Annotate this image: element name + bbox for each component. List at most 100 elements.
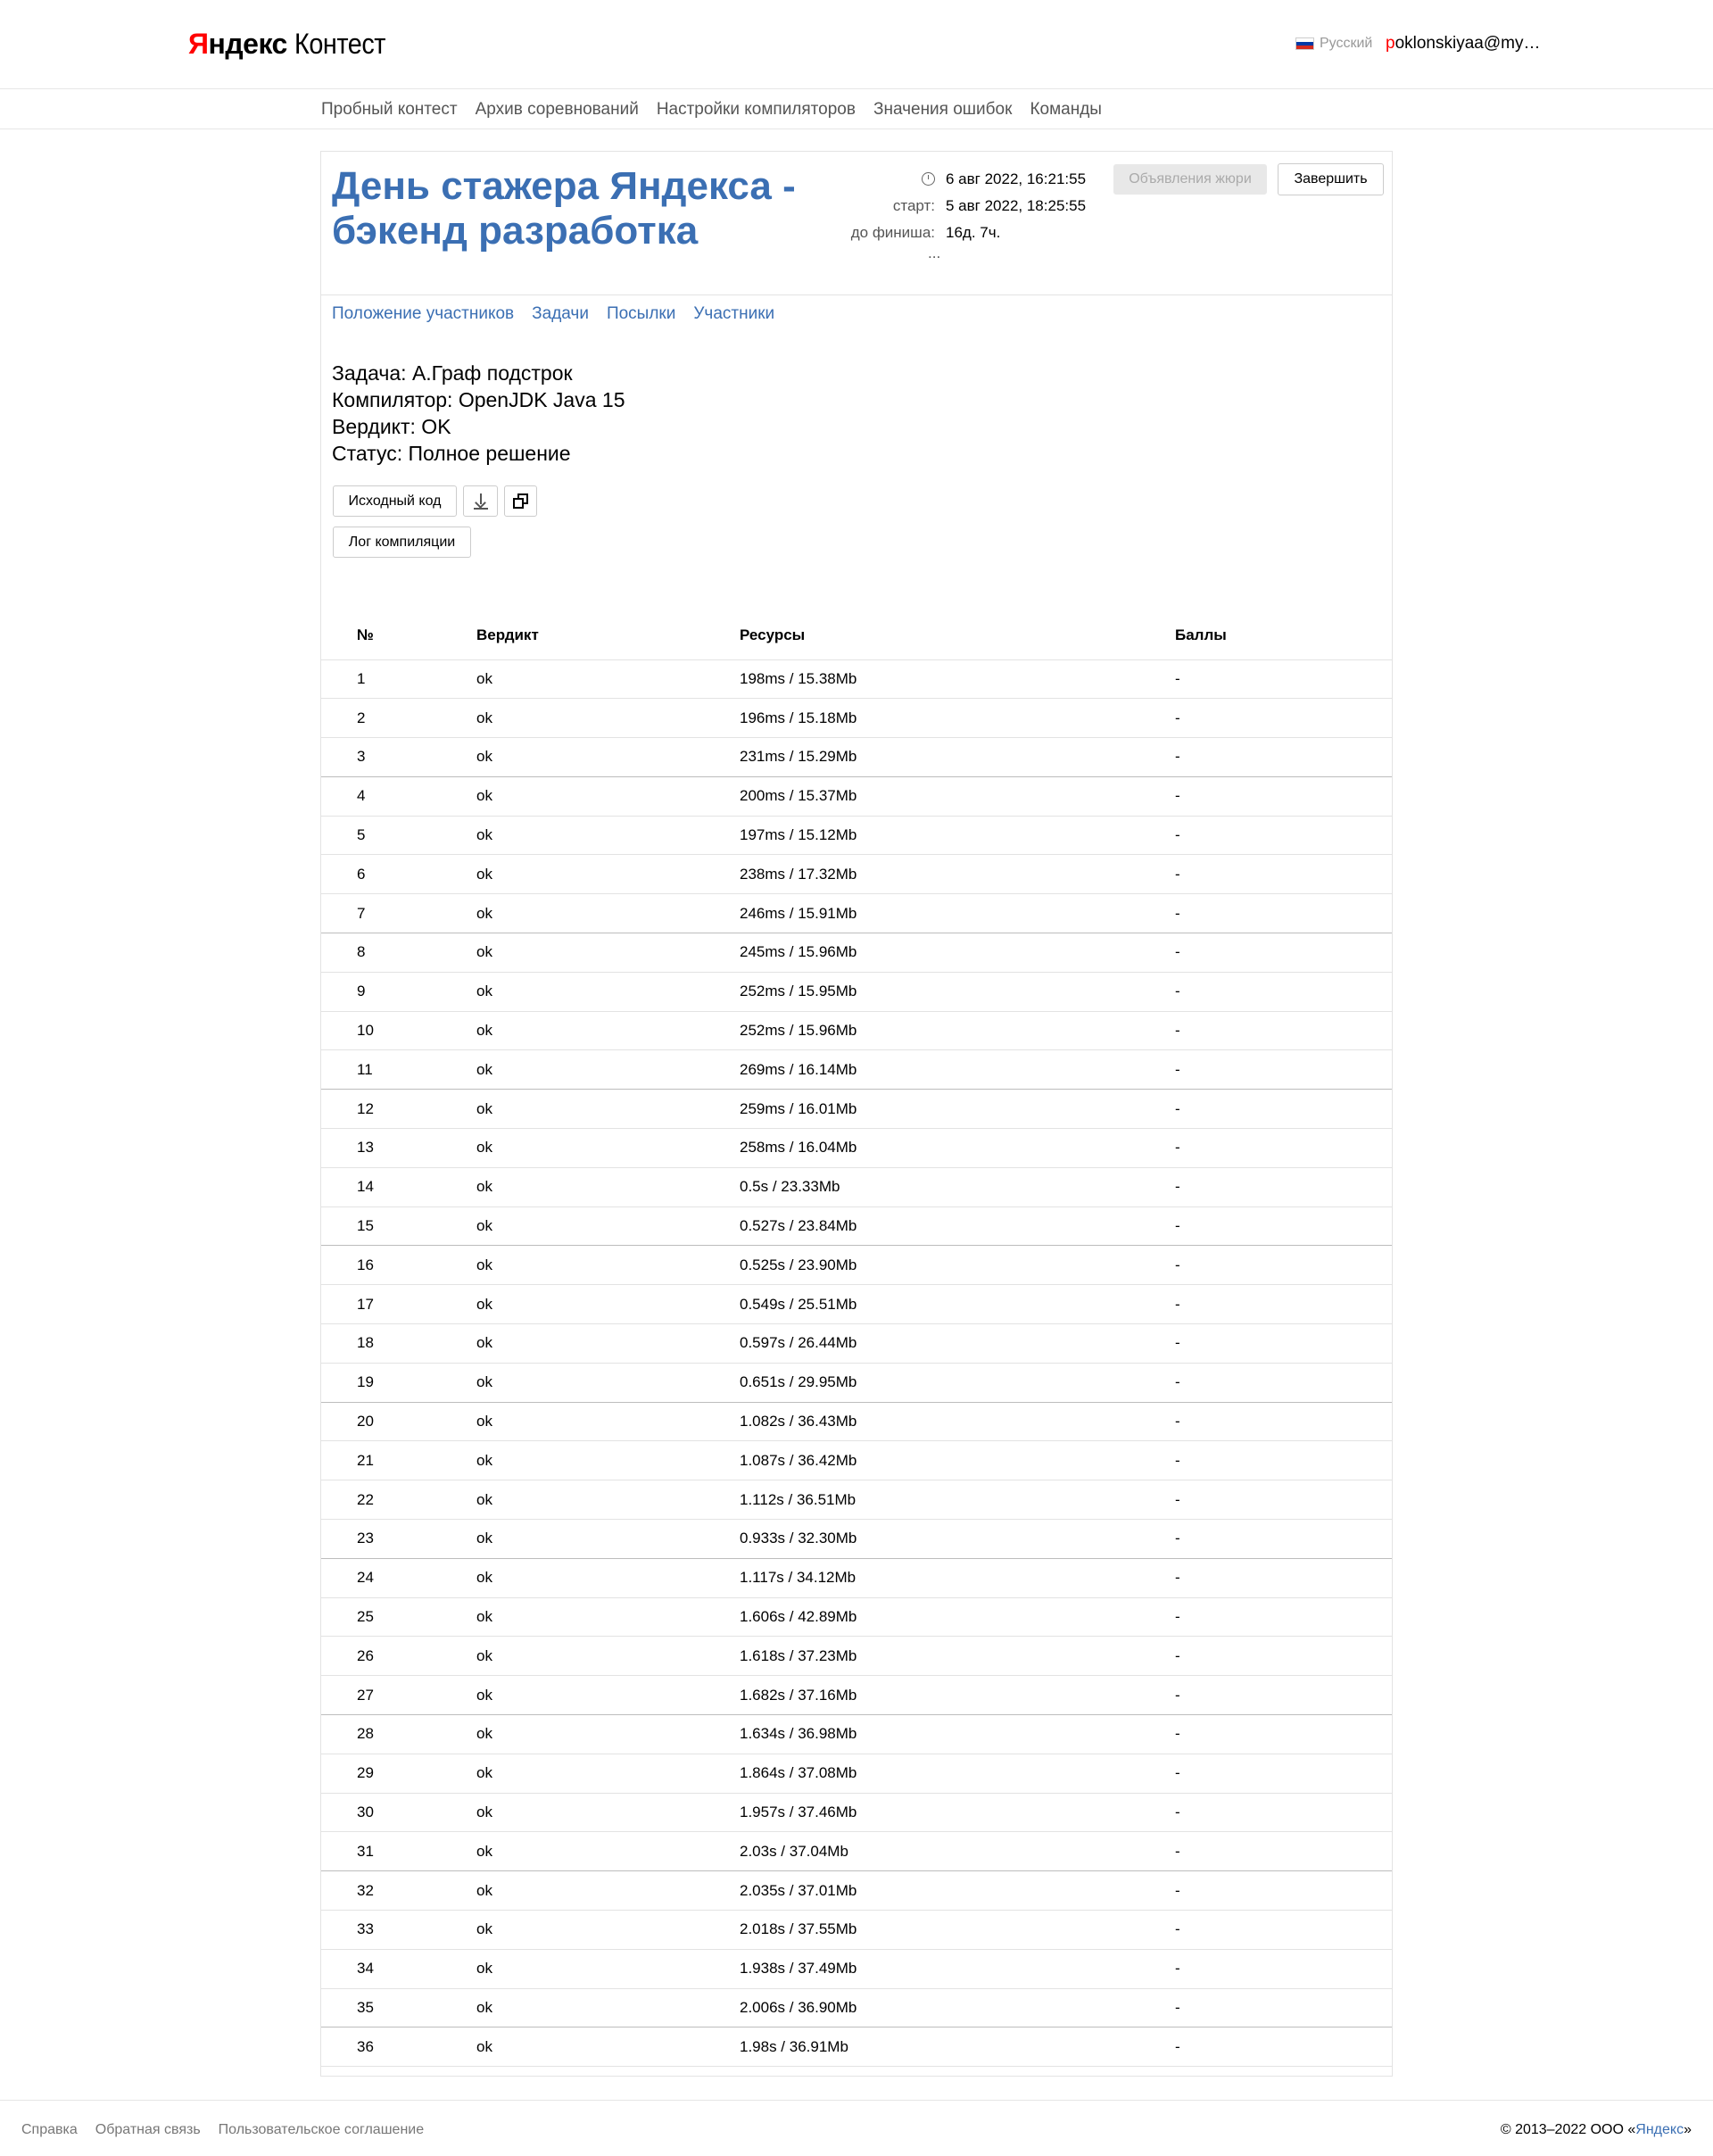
test-number: 1	[321, 659, 476, 700]
test-resources: 0.5s / 23.33Mb	[740, 1167, 1175, 1207]
tab-standings[interactable]: Положение участников	[332, 304, 514, 324]
table-row: 36 ok 1.98s / 36.91Mb -	[321, 2027, 1392, 2068]
col-points: Баллы	[1175, 611, 1392, 660]
tab-problems[interactable]: Задачи	[532, 304, 589, 324]
test-number: 17	[321, 1284, 476, 1325]
test-verdict: ok	[476, 1440, 740, 1481]
nav-teams[interactable]: Команды	[1030, 100, 1102, 120]
footer: Справка Обратная связь Пользовательское …	[0, 2100, 1713, 2156]
source-code-button[interactable]: Исходный код	[333, 485, 457, 517]
language-label: Русский	[1320, 36, 1373, 51]
test-verdict: ok	[476, 1049, 740, 1090]
test-verdict: ok	[476, 1167, 740, 1207]
test-number: 28	[321, 1714, 476, 1754]
tests-table: № Вердикт Ресурсы Баллы 1 ok 198ms / 15.38…	[321, 611, 1392, 2068]
download-button[interactable]	[463, 485, 498, 517]
more-ellipsis: ...	[928, 245, 941, 261]
table-row: 14 ok 0.5s / 23.33Mb -	[321, 1167, 1392, 1207]
test-number: 27	[321, 1675, 476, 1716]
test-verdict: ok	[476, 1636, 740, 1677]
table-row: 16 ok 0.525s / 23.90Mb -	[321, 1245, 1392, 1286]
test-verdict: ok	[476, 854, 740, 895]
test-resources: 269ms / 16.14Mb	[740, 1049, 1175, 1090]
test-number: 12	[321, 1089, 476, 1130]
test-points: -	[1175, 1323, 1392, 1364]
copy-button[interactable]	[504, 485, 537, 517]
test-resources: 0.549s / 25.51Mb	[740, 1284, 1175, 1325]
test-resources: 0.597s / 26.44Mb	[740, 1323, 1175, 1364]
table-row: 34 ok 1.938s / 37.49Mb -	[321, 1949, 1392, 1989]
test-resources: 245ms / 15.96Mb	[740, 933, 1175, 973]
test-points: -	[1175, 1558, 1392, 1598]
table-row: 22 ok 1.112s / 36.51Mb -	[321, 1480, 1392, 1521]
test-number: 4	[321, 776, 476, 817]
test-verdict: ok	[476, 776, 740, 817]
test-verdict: ok	[476, 1870, 740, 1911]
test-resources: 198ms / 15.38Mb	[740, 659, 1175, 700]
test-points: -	[1175, 1870, 1392, 1911]
test-verdict: ok	[476, 1949, 740, 1989]
test-points: -	[1175, 1402, 1392, 1442]
test-resources: 1.864s / 37.08Mb	[740, 1754, 1175, 1794]
finish-button[interactable]: Завершить	[1278, 163, 1384, 195]
footer-terms-link[interactable]: Пользовательское соглашение	[219, 2122, 424, 2138]
verdict-line: Вердикт: OK	[332, 415, 451, 438]
table-row: 4 ok 200ms / 15.37Mb -	[321, 776, 1392, 817]
test-points: -	[1175, 1011, 1392, 1051]
test-number: 24	[321, 1558, 476, 1598]
finish-label: до финиша:	[850, 224, 935, 241]
test-number: 36	[321, 2027, 476, 2068]
test-points: -	[1175, 776, 1392, 817]
table-row: 3 ok 231ms / 15.29Mb -	[321, 737, 1392, 777]
test-points: -	[1175, 1049, 1392, 1090]
copy-icon	[512, 493, 529, 510]
compiler-line: Компилятор: OpenJDK Java 15	[332, 388, 625, 411]
table-row: 30 ok 1.957s / 37.46Mb -	[321, 1793, 1392, 1833]
test-resources: 1.087s / 36.42Mb	[740, 1440, 1175, 1481]
yandex-contest-logo[interactable]: Яндекс Контест	[188, 28, 395, 61]
nav-compiler-settings[interactable]: Настройки компиляторов	[657, 100, 856, 120]
test-number: 26	[321, 1636, 476, 1677]
user-menu[interactable]: poklonskiyaa@my…	[1386, 34, 1540, 54]
test-points: -	[1175, 1949, 1392, 1989]
tab-submissions[interactable]: Посылки	[607, 304, 675, 324]
test-points: -	[1175, 2027, 1392, 2068]
col-number: №	[321, 611, 476, 660]
test-points: -	[1175, 1910, 1392, 1950]
test-points: -	[1175, 1793, 1392, 1833]
copyright: © 2013–2022 ООО «Яндекс»	[1500, 2122, 1692, 2137]
nav-trial-contest[interactable]: Пробный контест	[321, 100, 458, 120]
table-row: 1 ok 198ms / 15.38Mb -	[321, 659, 1392, 700]
contest-tabs: Положение участников Задачи Посылки Учас…	[332, 304, 774, 324]
nav-error-codes[interactable]: Значения ошибок	[873, 100, 1012, 120]
contest-title[interactable]: День стажера Яндекса - бэкенд разработка	[332, 164, 796, 253]
compile-log-button[interactable]: Лог компиляции	[333, 527, 471, 558]
test-resources: 1.112s / 36.51Mb	[740, 1480, 1175, 1521]
tab-participants[interactable]: Участники	[693, 304, 774, 324]
test-points: -	[1175, 1167, 1392, 1207]
test-resources: 231ms / 15.29Mb	[740, 737, 1175, 777]
nav-archive[interactable]: Архив соревнований	[476, 100, 639, 120]
footer-feedback-link[interactable]: Обратная связь	[95, 2122, 201, 2138]
test-resources: 0.527s / 23.84Mb	[740, 1207, 1175, 1247]
table-row: 33 ok 2.018s / 37.55Mb -	[321, 1910, 1392, 1950]
test-resources: 238ms / 17.32Mb	[740, 854, 1175, 895]
test-verdict: ok	[476, 1793, 740, 1833]
test-points: -	[1175, 972, 1392, 1012]
yandex-link[interactable]: Яндекс	[1635, 2122, 1684, 2137]
language-switcher[interactable]: Русский	[1295, 36, 1372, 52]
test-resources: 1.606s / 42.89Mb	[740, 1597, 1175, 1638]
test-points: -	[1175, 659, 1392, 700]
clock-icon	[922, 172, 935, 186]
footer-help-link[interactable]: Справка	[21, 2122, 78, 2138]
jury-announcements-button[interactable]: Объявления жюри	[1113, 164, 1267, 195]
test-resources: 1.117s / 34.12Mb	[740, 1558, 1175, 1598]
test-verdict: ok	[476, 1363, 740, 1403]
test-number: 29	[321, 1754, 476, 1794]
test-number: 13	[321, 1128, 476, 1168]
test-number: 21	[321, 1440, 476, 1481]
table-row: 12 ok 259ms / 16.01Mb -	[321, 1089, 1392, 1130]
time-to-finish: 16д. 7ч.	[946, 224, 1001, 241]
table-row: 32 ok 2.035s / 37.01Mb -	[321, 1870, 1392, 1911]
start-label: старт:	[892, 197, 935, 214]
